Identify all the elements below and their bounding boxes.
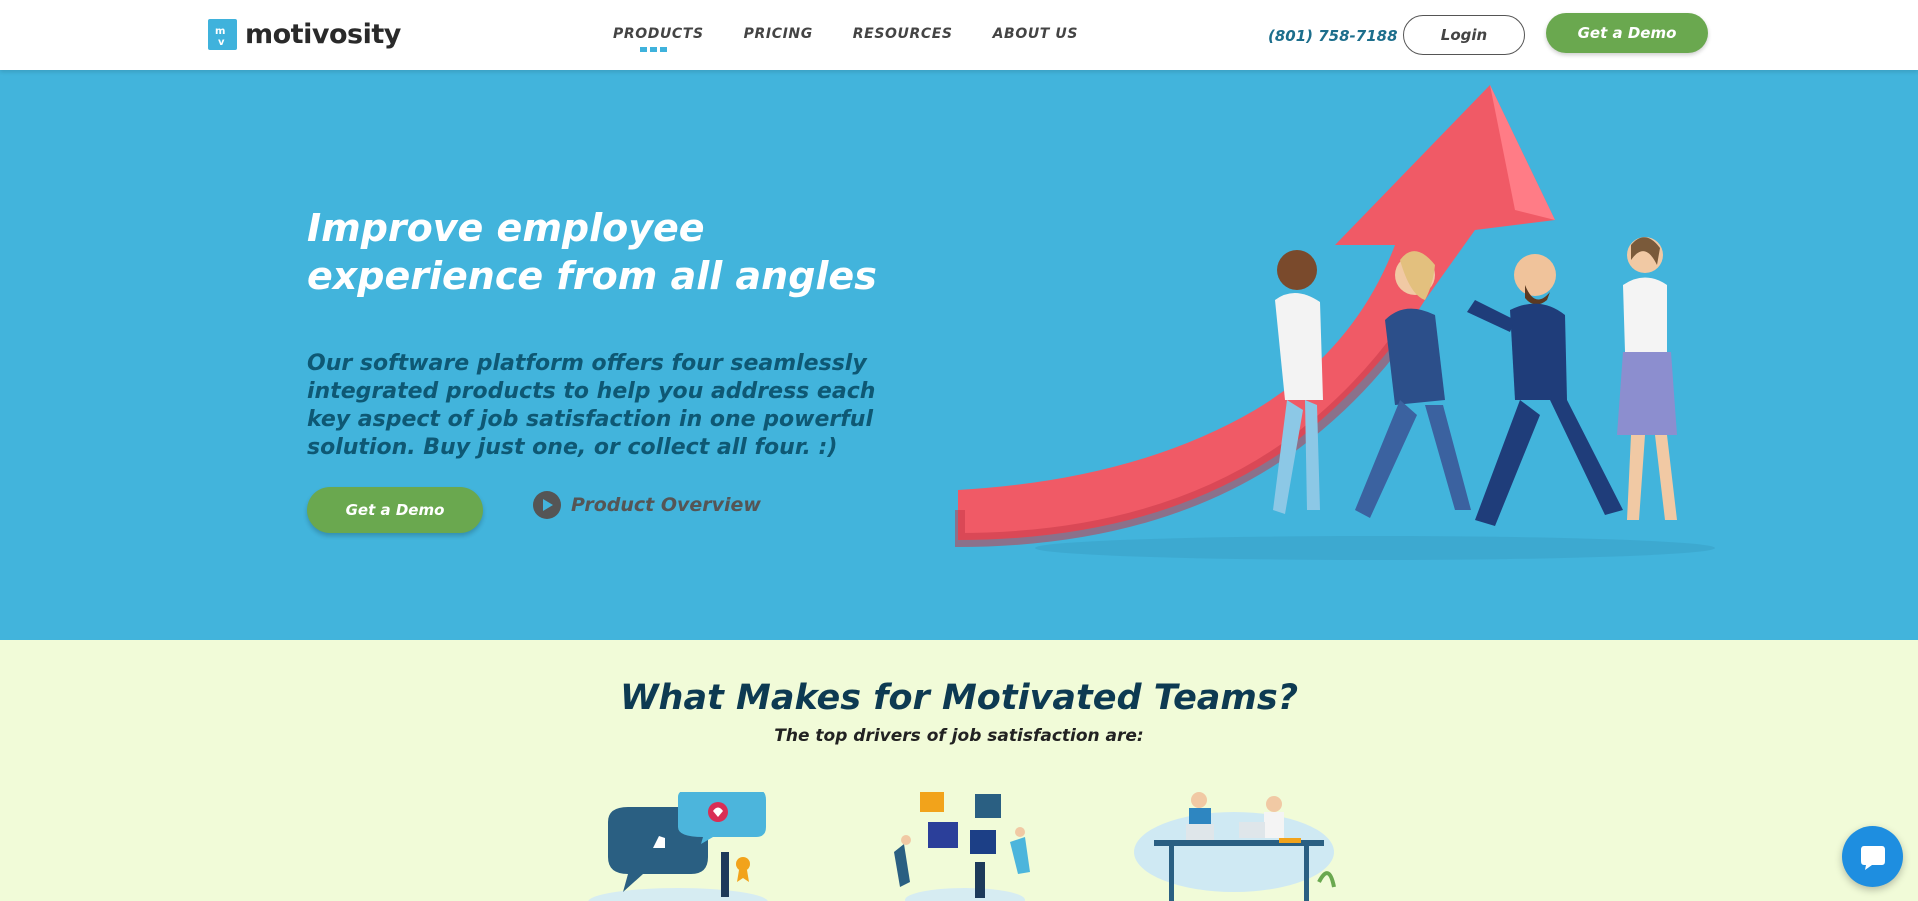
workspace-illustration bbox=[1134, 792, 1336, 901]
hero-title: Improve employee experience from all ang… bbox=[307, 206, 877, 298]
play-icon bbox=[533, 491, 561, 519]
get-demo-header-button[interactable]: Get a Demo bbox=[1546, 13, 1708, 53]
hero-subtitle: Our software platform offers four seamle… bbox=[307, 351, 876, 460]
phone-link[interactable]: (801) 758-7188 bbox=[1268, 27, 1398, 45]
nav-resources[interactable]: RESOURCES bbox=[853, 26, 953, 42]
product-overview-link[interactable]: Product Overview bbox=[533, 491, 761, 519]
hero-arrow-team-illustration bbox=[955, 85, 1715, 560]
nav-products[interactable]: PRODUCTS bbox=[613, 26, 704, 52]
chat-button[interactable] bbox=[1842, 826, 1903, 887]
nav-about-us[interactable]: ABOUT US bbox=[993, 26, 1078, 42]
hero-section: Improve employee experience from all ang… bbox=[0, 70, 1918, 640]
nav-active-indicator bbox=[640, 47, 667, 52]
nav-pricing[interactable]: PRICING bbox=[744, 26, 813, 42]
recognition-illustration bbox=[588, 792, 768, 901]
product-overview-label: Product Overview bbox=[571, 494, 761, 516]
section-subtitle: The top drivers of job satisfaction are: bbox=[774, 726, 1144, 746]
site-header: m v motivosity PRODUCTS PRICING RESOURCE… bbox=[0, 0, 1918, 70]
logo-mark-icon: m v bbox=[208, 19, 237, 50]
teamwork-puzzle-illustration bbox=[894, 792, 1030, 901]
svg-text:m: m bbox=[215, 26, 225, 37]
section-title: What Makes for Motivated Teams? bbox=[619, 678, 1299, 718]
nav-products-label: PRODUCTS bbox=[613, 26, 704, 42]
login-button[interactable]: Login bbox=[1403, 15, 1525, 55]
get-demo-hero-button[interactable]: Get a Demo bbox=[307, 487, 483, 533]
chat-icon bbox=[1860, 845, 1885, 870]
svg-text:v: v bbox=[218, 37, 225, 47]
main-nav: PRODUCTS PRICING RESOURCES ABOUT US bbox=[613, 26, 1078, 52]
motivated-teams-section: What Makes for Motivated Teams? The top … bbox=[0, 640, 1918, 901]
logo-link[interactable]: m v motivosity bbox=[208, 19, 401, 50]
logo-text: motivosity bbox=[245, 19, 401, 50]
